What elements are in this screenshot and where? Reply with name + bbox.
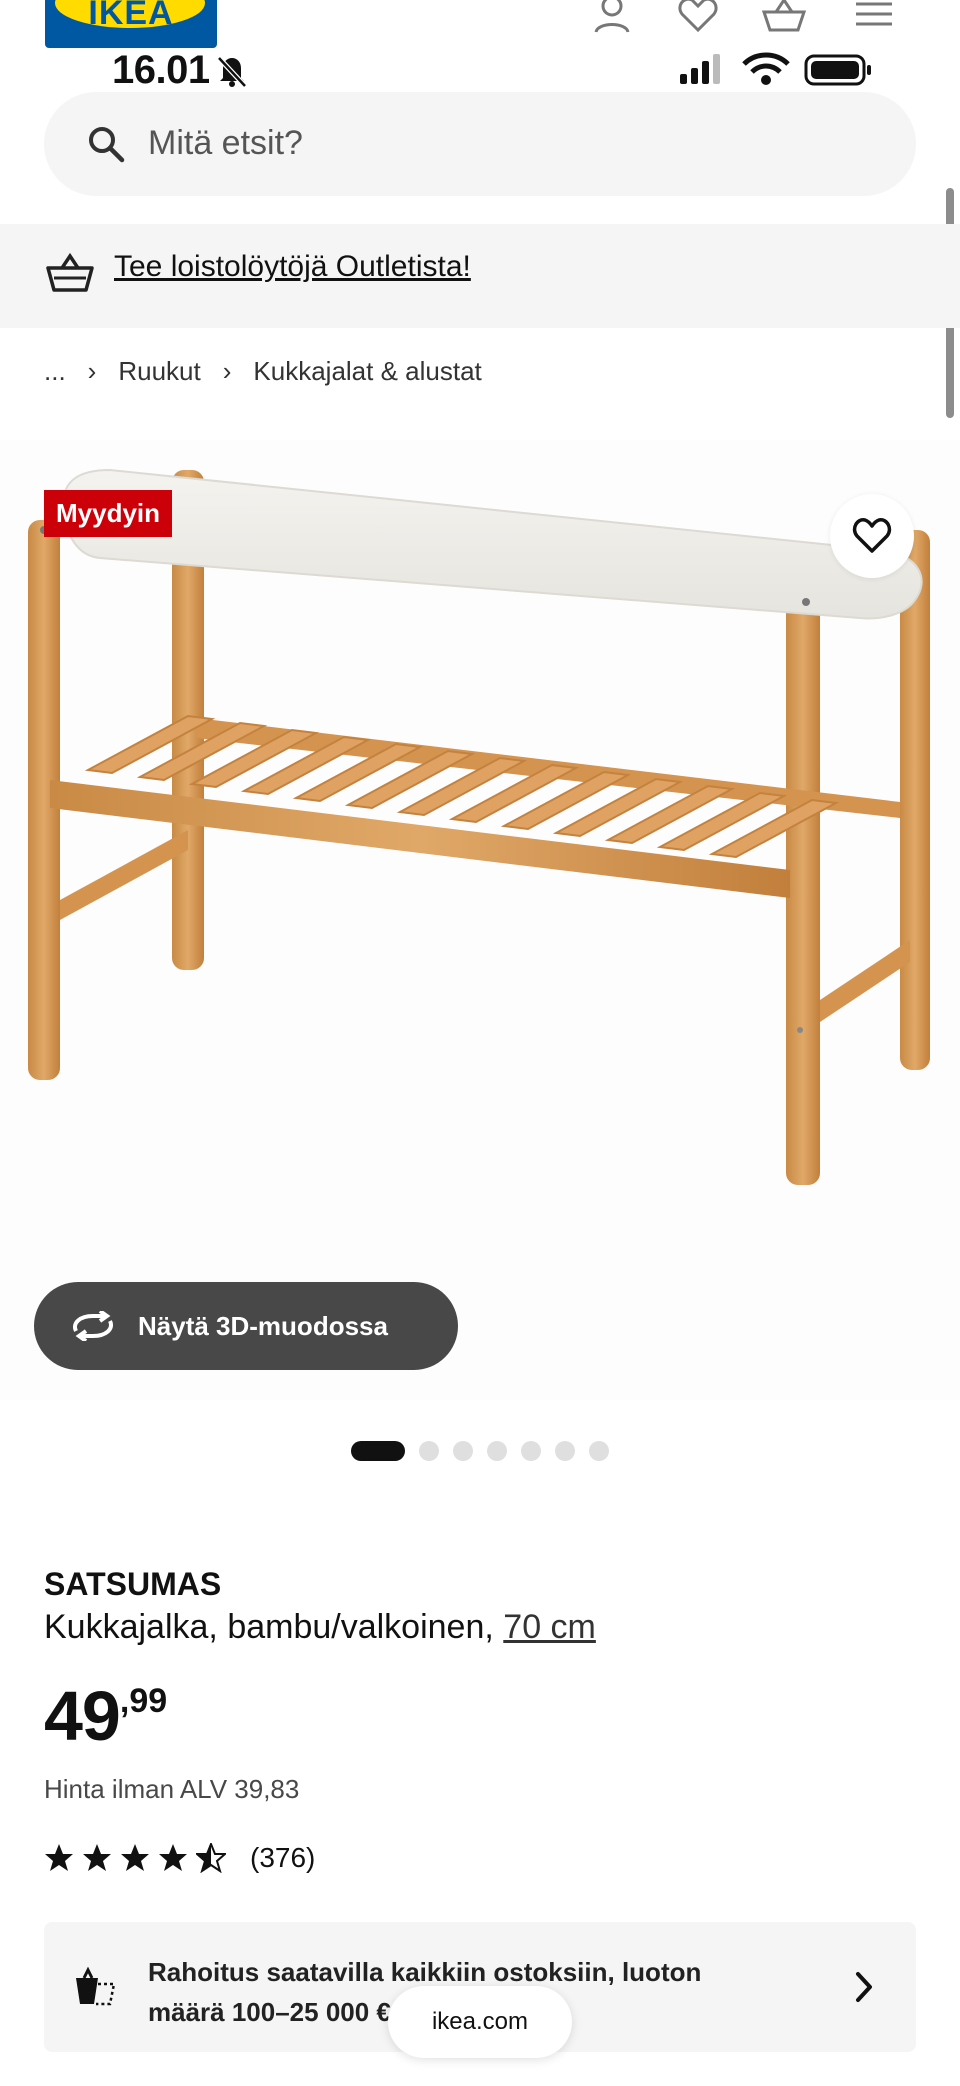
view-3d-button[interactable]: Näytä 3D-muodossa: [34, 1282, 458, 1370]
basket-icon: [46, 252, 94, 292]
status-icons: [680, 52, 871, 86]
price-decimal: ,99: [119, 1682, 168, 1720]
price-excl-vat: Hinta ilman ALV 39,83: [44, 1774, 300, 1804]
star-icon: [83, 1844, 111, 1871]
search-placeholder[interactable]: Mitä etsit?: [148, 124, 303, 163]
search-icon[interactable]: [86, 124, 126, 164]
rotate-3d-icon: [73, 1311, 113, 1341]
star-icon: [121, 1844, 149, 1871]
product-type: Kukkajalka, bambu/valkoinen,: [44, 1608, 494, 1646]
financing-icon: [76, 1966, 116, 2006]
pagination-dot[interactable]: [487, 1441, 507, 1461]
product-name: SATSUMAS: [44, 1566, 222, 1602]
star-icon: [159, 1844, 187, 1871]
chevron-right-icon[interactable]: [850, 1970, 878, 2004]
half-star-icon: [196, 1843, 226, 1873]
wifi-icon: [742, 52, 790, 85]
pagination-dot[interactable]: [453, 1441, 473, 1461]
bestseller-badge: Myydyin: [44, 490, 173, 537]
ikea-logo[interactable]: IKEA: [45, 0, 217, 48]
promo-link[interactable]: Tee loistolöytöjä Outletista!: [114, 250, 471, 284]
battery-icon: [804, 54, 871, 86]
star-icon: [45, 1844, 73, 1871]
product-description: Kukkajalka, bambu/valkoinen, 70 cm: [44, 1608, 596, 1647]
favorite-button[interactable]: [830, 494, 914, 578]
breadcrumb: ... › Ruukut › Kukkajalat & alustat: [44, 356, 482, 387]
price: 49,99: [44, 1676, 167, 1756]
browser-url-pill[interactable]: ikea.com: [388, 1986, 572, 2058]
breadcrumb-kukkajalat[interactable]: Kukkajalat & alustat: [253, 356, 481, 387]
pagination-dot[interactable]: [555, 1441, 575, 1461]
chevron-right-icon: ›: [87, 356, 97, 386]
cart-icon[interactable]: [762, 0, 806, 34]
size-link[interactable]: 70 cm: [503, 1608, 596, 1646]
pagination-dot[interactable]: [419, 1441, 439, 1461]
pagination-dot-active[interactable]: [351, 1441, 405, 1461]
logo-text: IKEA: [88, 0, 174, 32]
menu-icon[interactable]: [852, 0, 896, 34]
product-image[interactable]: [0, 440, 960, 1400]
chevron-right-icon: ›: [222, 356, 232, 386]
view-3d-label: Näytä 3D-muodossa: [138, 1310, 388, 1341]
pagination-dot[interactable]: [521, 1441, 541, 1461]
heart-icon[interactable]: [676, 0, 720, 34]
breadcrumb-ellipsis[interactable]: ...: [44, 356, 66, 387]
silent-bell-icon: [217, 56, 247, 88]
breadcrumb-ruukut[interactable]: Ruukut: [118, 356, 200, 387]
pagination-dot[interactable]: [589, 1441, 609, 1461]
profile-icon[interactable]: [590, 0, 634, 34]
signal-icon: [680, 54, 720, 84]
status-time: 16.01: [112, 48, 210, 92]
star-rating: [44, 1843, 226, 1873]
image-pagination: [0, 1440, 960, 1462]
review-count[interactable]: (376): [250, 1842, 315, 1874]
heart-icon: [852, 518, 892, 553]
plant-stand-illustration: [28, 468, 930, 1185]
rating[interactable]: (376): [44, 1842, 315, 1874]
price-integer: 49: [44, 1677, 121, 1755]
